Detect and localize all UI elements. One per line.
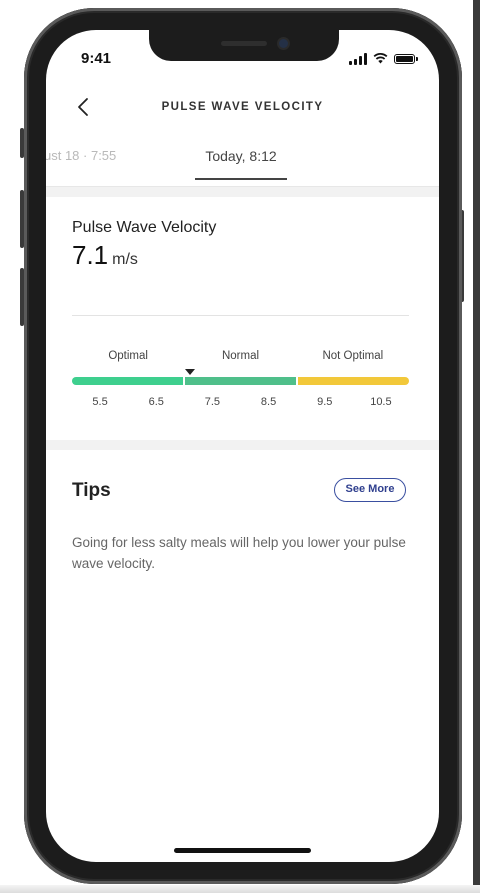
card-divider (72, 315, 409, 316)
metric-value-number: 7.1 (72, 240, 109, 270)
date-tabs: ust 18 · 7:55 Today, 8:12 (46, 142, 439, 187)
tips-text: Going for less salty meals will help you… (72, 535, 406, 571)
battery-icon (394, 54, 418, 64)
frame-edge (473, 0, 480, 893)
zone-bar-1 (185, 377, 296, 385)
current-value-marker-icon (184, 369, 195, 375)
tab-current-reading[interactable]: Today, 8:12 (195, 148, 287, 164)
active-tab-indicator (195, 178, 287, 180)
section-separator (46, 440, 439, 450)
section-separator (46, 187, 439, 197)
zone-bar-0 (72, 377, 184, 385)
metric-label: Pulse Wave Velocity (72, 219, 217, 236)
page-title: PULSE WAVE VELOCITY (161, 101, 324, 113)
phone-screen: 9:41 PULSE WAVE VELOCITY ust 18 · 7:55 T… (46, 30, 439, 862)
zone-label: Normal (221, 350, 260, 362)
home-indicator[interactable] (174, 848, 311, 853)
zone-bar-2 (297, 377, 409, 385)
floor-shadow (0, 885, 480, 893)
speaker-grille (221, 41, 267, 46)
status-icons (349, 52, 418, 66)
scale-tick-label: 5.5 (92, 396, 108, 408)
metric-unit: m/s (112, 251, 138, 268)
signal-icon (349, 53, 367, 65)
scale-tick-label: 6.5 (148, 396, 164, 408)
scale-tick-label: 10.5 (370, 396, 392, 408)
wifi-icon (373, 52, 388, 66)
notch (149, 30, 339, 61)
nav-header: PULSE WAVE VELOCITY (46, 90, 439, 130)
scale-tick-label: 9.5 (317, 396, 333, 408)
zone-label: Not Optimal (322, 350, 384, 362)
status-time: 9:41 (81, 50, 112, 67)
camera-icon (279, 39, 288, 48)
scale-tick-label: 8.5 (260, 396, 277, 408)
see-more-button[interactable]: See More (334, 478, 406, 502)
tips-title: Tips (72, 480, 111, 501)
zone-label: Optimal (108, 350, 148, 362)
scale-tick-label: 7.5 (204, 396, 221, 408)
phone-frame: 9:41 PULSE WAVE VELOCITY ust 18 · 7:55 T… (24, 8, 462, 884)
range-scale: Optimal Normal Not Optimal 5.5 6.5 7.5 8.5 9.5 1… (72, 350, 409, 420)
metric-value: 7.1 m/s (72, 240, 138, 271)
tab-previous-reading[interactable]: ust 18 · 7:55 (46, 148, 116, 163)
